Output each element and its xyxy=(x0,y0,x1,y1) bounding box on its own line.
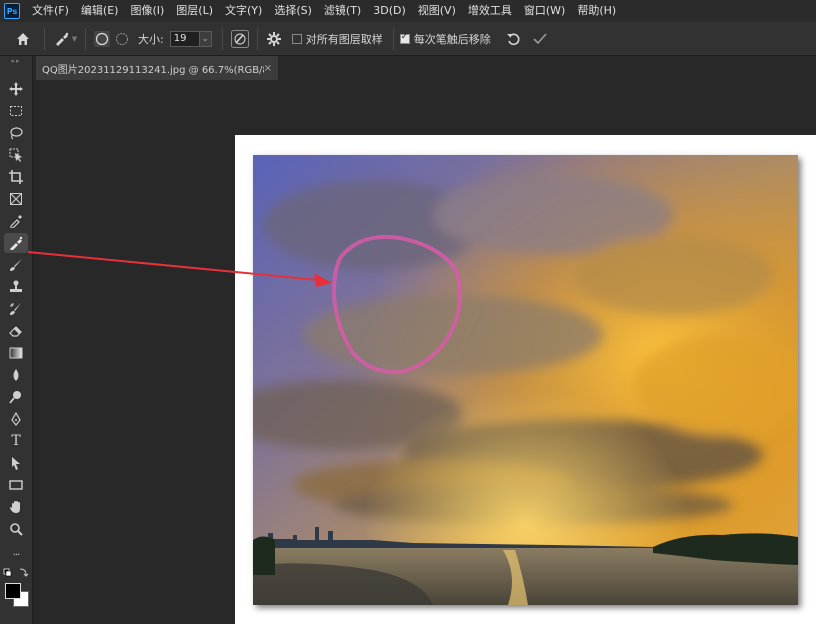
size-dropdown-chevron-icon[interactable]: ⌄ xyxy=(199,30,212,47)
separator xyxy=(392,27,394,50)
sample-all-layers-label: 对所有图层取样 xyxy=(305,32,383,46)
separator xyxy=(256,27,258,50)
menu-help[interactable]: 帮助(H) xyxy=(571,0,622,22)
history-brush-tool-icon[interactable] xyxy=(4,299,28,319)
remove-after-each-stroke-checkbox[interactable]: 每次笔触后移除 xyxy=(399,31,491,47)
hand-tool-icon[interactable] xyxy=(4,497,28,517)
menu-edit[interactable]: 编辑(E) xyxy=(75,0,125,22)
settings-gear-icon[interactable] xyxy=(264,31,284,46)
pressure-size-icon[interactable] xyxy=(229,29,251,48)
menu-window[interactable]: 窗口(W) xyxy=(518,0,571,22)
menu-bar: Ps 文件(F) 编辑(E) 图像(I) 图层(L) 文字(Y) 选择(S) 滤… xyxy=(0,0,816,22)
more-tools-icon[interactable]: ··· xyxy=(4,545,28,565)
document-tab[interactable]: QQ图片20231129113241.jpg @ 66.7%(RGB/8#) × xyxy=(36,56,278,80)
document-tab-title: QQ图片20231129113241.jpg @ 66.7%(RGB/8#) xyxy=(42,64,264,76)
brush-mode-soft-circle-icon[interactable] xyxy=(112,31,132,47)
zoom-tool-icon[interactable] xyxy=(4,519,28,539)
menu-type[interactable]: 文字(Y) xyxy=(219,0,268,22)
size-input[interactable]: 19 xyxy=(169,30,200,47)
panel-grip[interactable]: ▸▸ xyxy=(0,56,32,66)
brush-mode-circle-icon[interactable] xyxy=(92,30,112,47)
pen-tool-icon[interactable] xyxy=(4,409,28,429)
menu-select[interactable]: 选择(S) xyxy=(268,0,318,22)
home-icon[interactable] xyxy=(8,31,38,47)
crop-tool-icon[interactable] xyxy=(4,167,28,187)
marquee-tool-icon[interactable] xyxy=(4,101,28,121)
menu-image[interactable]: 图像(I) xyxy=(124,0,170,22)
remove-tool-preset-icon xyxy=(55,32,68,46)
eraser-tool-icon[interactable] xyxy=(4,321,28,341)
document-tab-bar: QQ图片20231129113241.jpg @ 66.7%(RGB/8#) × xyxy=(36,56,816,80)
chevron-down-icon: ▼ xyxy=(71,34,78,43)
object-select-tool-icon[interactable] xyxy=(4,145,28,165)
menu-3d[interactable]: 3D(D) xyxy=(367,0,412,22)
tools-panel: ▸▸ T ··· xyxy=(0,56,33,624)
stamp-tool-icon[interactable] xyxy=(4,277,28,297)
sample-all-layers-checkbox[interactable]: 对所有图层取样 xyxy=(291,31,383,47)
dodge-tool-icon[interactable] xyxy=(4,387,28,407)
menu-file[interactable]: 文件(F) xyxy=(26,0,75,22)
separator xyxy=(44,27,45,50)
foreground-background-color-icon[interactable] xyxy=(5,583,29,609)
rectangle-tool-icon[interactable] xyxy=(4,475,28,495)
gradient-tool-icon[interactable] xyxy=(4,343,28,363)
size-label: 大小: xyxy=(138,32,164,46)
sunset-cloud-photo[interactable] xyxy=(253,155,798,605)
commit-check-icon[interactable] xyxy=(529,32,551,45)
close-icon[interactable]: × xyxy=(264,63,272,74)
remove-tool-icon[interactable] xyxy=(4,233,28,253)
options-bar: ▼ 大小: 19 ⌄ 对所有图层取样 每次笔触后移除 xyxy=(0,22,816,56)
menu-plugins[interactable]: 增效工具 xyxy=(462,0,518,22)
undo-icon[interactable] xyxy=(503,32,525,46)
eyedropper-tool-icon[interactable] xyxy=(4,211,28,231)
photoshop-logo-icon[interactable]: Ps xyxy=(4,3,20,19)
separator xyxy=(85,27,86,50)
move-tool-icon[interactable] xyxy=(4,79,28,99)
checkbox-box xyxy=(291,33,302,44)
menu-layer[interactable]: 图层(L) xyxy=(170,0,219,22)
menu-view[interactable]: 视图(V) xyxy=(412,0,462,22)
separator xyxy=(221,27,223,50)
photo-image xyxy=(253,155,798,605)
path-select-tool-icon[interactable] xyxy=(4,453,28,473)
default-colors-icon[interactable] xyxy=(3,567,29,581)
type-tool-icon[interactable]: T xyxy=(4,431,28,451)
brush-tool-icon[interactable] xyxy=(4,255,28,275)
remove-after-each-stroke-label: 每次笔触后移除 xyxy=(413,32,491,46)
menu-filter[interactable]: 滤镜(T) xyxy=(318,0,367,22)
tool-preset-picker[interactable]: ▼ xyxy=(51,31,79,47)
blur-tool-icon[interactable] xyxy=(4,365,28,385)
checkbox-box xyxy=(399,32,410,44)
foreground-color-swatch[interactable] xyxy=(5,583,21,599)
frame-tool-icon[interactable] xyxy=(4,189,28,209)
lasso-tool-icon[interactable] xyxy=(4,123,28,143)
